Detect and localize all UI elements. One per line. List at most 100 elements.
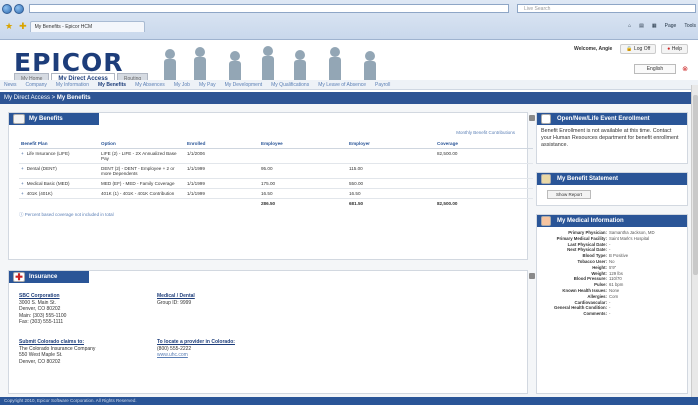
cell-coverage xyxy=(435,163,533,179)
life-event-header: Open/New/Life Event Enrollment xyxy=(537,113,687,125)
browser-tab-row: ★ ✚ My Benefits - Epicor HCM ⌂ ▤ ▦ Page … xyxy=(2,20,696,32)
medical-info-key: Comments: xyxy=(583,311,607,317)
favorites-star-icon[interactable]: ★ xyxy=(5,21,13,32)
table-row[interactable]: +401K (401K) 401K (1) - 401K - 401K Cont… xyxy=(19,188,533,199)
nav-my-job[interactable]: My Job xyxy=(174,82,190,88)
breadcrumb: My Direct Access > My Benefits xyxy=(0,92,698,104)
nav-my-benefits[interactable]: My Benefits xyxy=(98,82,126,88)
print-icon[interactable] xyxy=(529,273,535,279)
provider-link[interactable]: www.uhc.com xyxy=(157,352,235,359)
company-contact: SBC Corporation 3000 S. Main St. Denver,… xyxy=(19,293,66,326)
life-event-text: Benefit Enrollment is not available at t… xyxy=(541,128,679,148)
scrollbar-thumb[interactable] xyxy=(693,95,698,275)
nav-payroll[interactable]: Payroll xyxy=(375,82,390,88)
medical-icon xyxy=(541,216,551,226)
footer: Copyright 2010, Epicor Software Corporat… xyxy=(0,397,698,405)
expand-icon[interactable]: + xyxy=(21,151,24,156)
statement-panel: My Benefit Statement Show Report xyxy=(536,172,688,206)
expand-icon[interactable]: + xyxy=(21,166,24,171)
benefits-header-row: Benefit Plan Option Enrolled Employee Em… xyxy=(19,139,533,149)
cell-enrolled: 1/1/2006 xyxy=(185,148,259,164)
breadcrumb-current: My Benefits xyxy=(56,95,91,101)
benefits-folder-icon xyxy=(13,114,25,124)
benefits-title: My Benefits xyxy=(29,116,63,122)
cell-employee xyxy=(259,148,347,164)
first-aid-icon: ✚ xyxy=(13,272,25,282)
language-area: English ⊗ xyxy=(633,64,688,74)
nav-my-qualifications[interactable]: My Qualifications xyxy=(271,82,309,88)
table-row[interactable]: + Medical Basic (MED) MED (EF) - MED - Fa… xyxy=(19,178,533,189)
life-event-panel: Open/New/Life Event Enrollment Benefit E… xyxy=(536,112,688,164)
cell-option: LIFE (2) - LIFE - 2X Annualized Base Pay xyxy=(99,148,185,164)
breadcrumb-root[interactable]: My Direct Access xyxy=(4,95,50,101)
nav-my-information[interactable]: My Information xyxy=(56,82,89,88)
claims-address: Submit Colorado claims to: The Colorado … xyxy=(19,339,95,365)
help-icon: ● xyxy=(667,46,671,52)
page-menu[interactable]: Page xyxy=(665,23,677,29)
cell-coverage xyxy=(435,178,533,189)
medical-info-row: Comments: - xyxy=(541,311,683,317)
total-blank xyxy=(185,198,259,208)
total-employer: 681.50 xyxy=(347,198,435,208)
nav-my-development[interactable]: My Development xyxy=(225,82,263,88)
cell-employee: 175.00 xyxy=(259,178,347,189)
company-line: Fax: (303) 555-1111 xyxy=(19,319,64,325)
insurance-panel-header: ✚ Insurance xyxy=(9,271,89,283)
total-blank xyxy=(19,198,99,208)
user-links: Welcome, Angie 🔒 Log Off ● Help xyxy=(574,44,688,54)
language-select[interactable]: English xyxy=(633,64,677,74)
nav-my-pay[interactable]: My Pay xyxy=(199,82,216,88)
statement-header: My Benefit Statement xyxy=(537,173,687,185)
logoff-button[interactable]: 🔒 Log Off xyxy=(620,44,657,54)
plan-name: Medical Basic (MED) xyxy=(26,181,70,186)
col-option: Option xyxy=(99,139,185,149)
expand-icon[interactable]: + xyxy=(21,181,24,186)
col-employee: Employee xyxy=(259,139,347,149)
cell-plan: + Life Insurance (LIFE) xyxy=(19,148,99,164)
help-button[interactable]: ● Help xyxy=(661,44,688,54)
medical-info-value: - xyxy=(609,311,611,317)
browser-tab[interactable]: My Benefits - Epicor HCM xyxy=(29,20,145,32)
browser-chrome: Live Search ★ ✚ My Benefits - Epicor HCM… xyxy=(0,0,698,40)
cell-enrolled: 1/1/1999 xyxy=(185,178,259,189)
show-report-button[interactable]: Show Report xyxy=(547,190,592,199)
forward-icon[interactable] xyxy=(14,3,24,14)
cell-plan: +401K (401K) xyxy=(19,188,99,199)
back-icon[interactable] xyxy=(2,3,12,14)
nav-company[interactable]: Company xyxy=(26,82,47,88)
page-scrollbar[interactable] xyxy=(691,85,698,397)
cell-employer: 16.50 xyxy=(347,188,435,199)
provider-title: To locate a provider in Colorado: xyxy=(157,339,235,345)
print-icon[interactable]: ▦ xyxy=(652,23,657,29)
benefits-table: Benefit Plan Option Enrolled Employee Em… xyxy=(19,139,533,208)
help-label: Help xyxy=(671,46,682,52)
group-id: Group ID: 9999 xyxy=(157,299,192,306)
cell-plan: + Medical Basic (MED) xyxy=(19,178,99,189)
medical-info-panel: My Medical Information ✎ Primary Physici… xyxy=(536,214,697,394)
lock-icon: 🔒 xyxy=(626,46,633,52)
benefits-panel: My Benefits Monthly Benefit Contribution… xyxy=(8,112,535,260)
table-row[interactable]: + Dental (DENT) DENT (2) - DENT - Employe… xyxy=(19,163,533,179)
monthly-contributions-link[interactable]: Monthly Benefit Contributions xyxy=(456,130,515,135)
statement-icon xyxy=(541,174,551,184)
address-bar[interactable] xyxy=(29,4,509,13)
table-row[interactable]: + Life Insurance (LIFE) LIFE (2) - LIFE -… xyxy=(19,148,533,164)
print-icon[interactable] xyxy=(529,115,535,121)
browser-search-input[interactable]: Live Search xyxy=(517,4,696,13)
home-icon[interactable]: ⌂ xyxy=(628,23,631,29)
total-blank xyxy=(99,198,185,208)
cell-plan: + Dental (DENT) xyxy=(19,163,99,179)
col-enrolled: Enrolled xyxy=(185,139,259,149)
add-favorites-icon[interactable]: ✚ xyxy=(19,21,27,32)
feeds-icon[interactable]: ▤ xyxy=(639,23,644,29)
cell-option: MED (EF) - MED - Family Coverage xyxy=(99,178,185,189)
totals-row: 286.50 681.50 82,500.00 xyxy=(19,198,533,208)
close-icon[interactable]: ⊗ xyxy=(682,65,688,73)
nav-news[interactable]: News xyxy=(4,82,17,88)
plan-name: Life Insurance (LIFE) xyxy=(26,151,70,156)
tools-menu[interactable]: Tools xyxy=(684,23,696,29)
expand-icon[interactable]: + xyxy=(21,191,24,196)
nav-my-absences[interactable]: My Absences xyxy=(135,82,165,88)
nav-my-leave-of-absence[interactable]: My Leave of Absence xyxy=(318,82,366,88)
coverage-note-text: Percent based coverage not included in t… xyxy=(24,212,114,217)
